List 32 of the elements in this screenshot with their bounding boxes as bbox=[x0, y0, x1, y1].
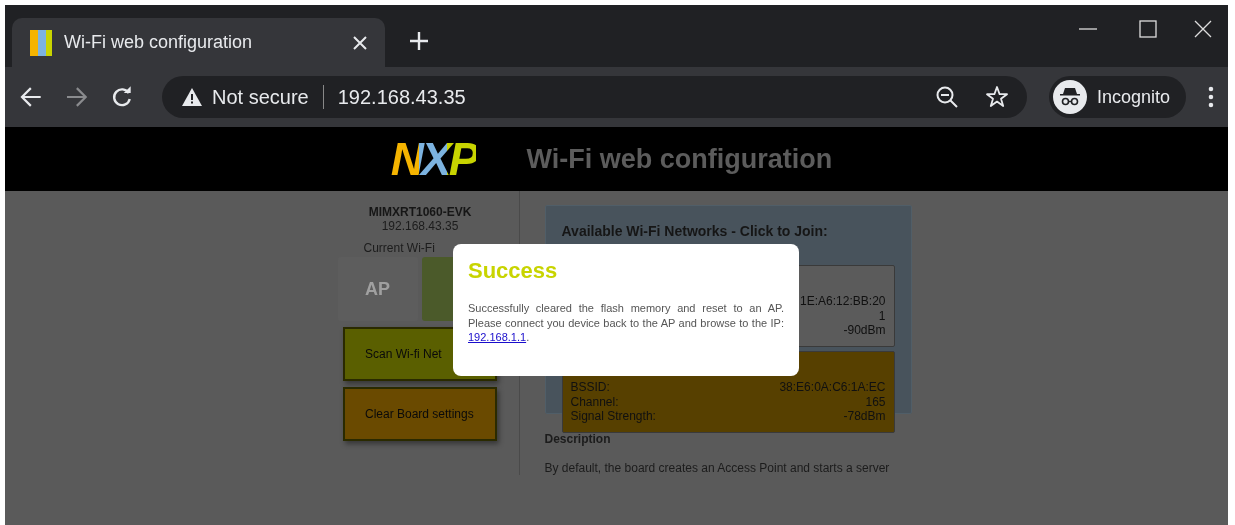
network-value: 38:E6:0A:C6:1A:EC bbox=[779, 380, 886, 395]
network-value: 165 bbox=[865, 394, 886, 409]
mode-label: Current Wi-Fi bbox=[363, 241, 435, 255]
network-label: BSSID: bbox=[570, 380, 610, 395]
network-value: 1 bbox=[878, 308, 886, 323]
network-label: Channel: bbox=[570, 394, 619, 409]
forward-icon[interactable] bbox=[64, 85, 89, 109]
close-icon[interactable] bbox=[353, 35, 367, 50]
network-label: Signal Strength: bbox=[570, 409, 656, 424]
menu-icon[interactable] bbox=[1208, 85, 1214, 109]
warning-icon bbox=[182, 88, 202, 106]
page-title: Wi-Fi web configuration bbox=[526, 143, 833, 175]
url-text[interactable]: 192.168.43.35 bbox=[337, 85, 925, 109]
network-value: -78dBm bbox=[843, 409, 886, 424]
back-icon[interactable] bbox=[19, 85, 43, 109]
security-label[interactable]: Not secure bbox=[212, 85, 309, 109]
browser-tab[interactable]: Wi-Fi web configuration bbox=[12, 18, 385, 67]
dialog-title: Success bbox=[468, 258, 559, 284]
description-heading: Description bbox=[544, 432, 612, 446]
zoom-out-icon[interactable] bbox=[935, 85, 959, 109]
network-value: -90dBm bbox=[843, 323, 886, 338]
device-name: MIMXRT1060-EVK bbox=[368, 205, 472, 219]
description-text: By default, the board creates an Access Point and starts a server bbox=[544, 461, 891, 475]
network-value: 1E:A6:12:BB:20 bbox=[800, 294, 886, 309]
device-ip: 192.168.43.35 bbox=[381, 219, 459, 233]
new-tab-icon[interactable] bbox=[409, 31, 429, 51]
favicon-icon bbox=[30, 29, 52, 56]
panel-heading: Available Wi-Fi Networks - Click to Join: bbox=[561, 223, 829, 239]
incognito-icon bbox=[1053, 80, 1087, 114]
incognito-button[interactable]: Incognito bbox=[1049, 76, 1187, 118]
star-icon[interactable] bbox=[985, 85, 1009, 109]
reload-icon[interactable] bbox=[110, 85, 134, 109]
